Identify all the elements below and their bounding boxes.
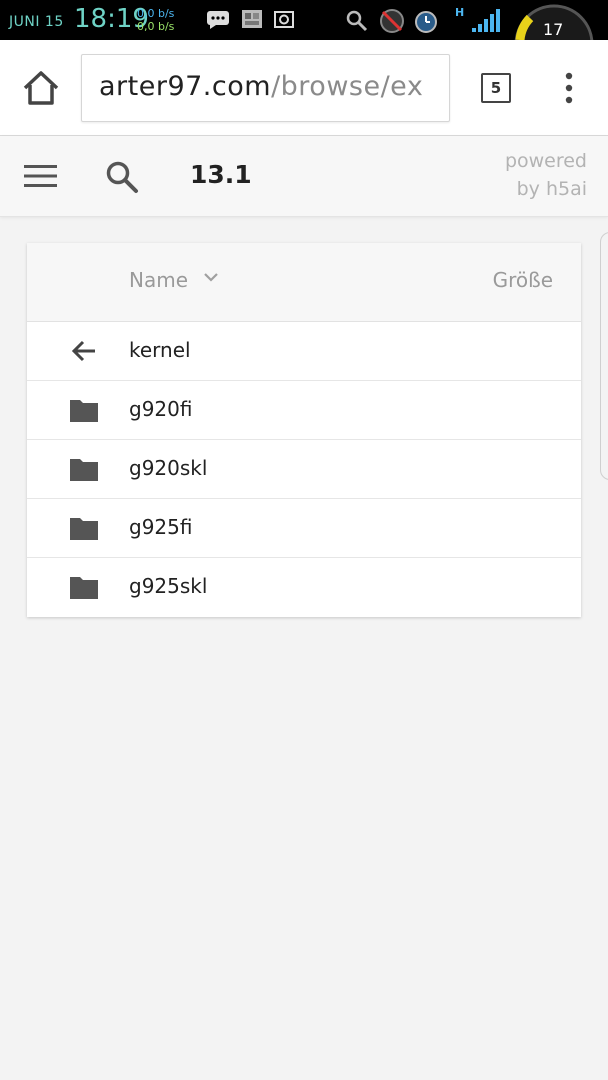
speed-down: 0,0 b/s (137, 20, 175, 33)
status-bar: JUNI 15 18:19 0,0 b/s 0,0 b/s H 17 (0, 0, 608, 40)
chevron-down-icon[interactable] (203, 271, 219, 283)
list-item-label: g925skl (129, 574, 208, 598)
signal-icon (472, 9, 500, 32)
list-header: Name Größe (27, 243, 581, 322)
list-item-label: g920skl (129, 456, 208, 480)
list-item-label: g920fi (129, 397, 193, 421)
search-icon[interactable] (104, 159, 140, 195)
list-item-label: g925fi (129, 515, 193, 539)
browser-toolbar: arter97.com/browse/ex 5 (0, 40, 608, 136)
powered-line-2: by h5ai (516, 178, 587, 200)
back-arrow-icon (71, 340, 95, 362)
screenshot-icon (274, 11, 294, 28)
url-path: /browse/ex (271, 71, 424, 102)
chat-icon (207, 11, 229, 29)
mute-icon (380, 9, 404, 33)
column-name-header[interactable]: Name (129, 268, 188, 292)
app-header: 13.1 powered by h5ai (0, 136, 608, 217)
overflow-menu-icon[interactable] (559, 71, 579, 105)
hamburger-menu-icon[interactable] (24, 164, 58, 188)
column-size-header[interactable]: Größe (493, 268, 553, 292)
list-item-label: kernel (129, 338, 191, 362)
folder-icon (70, 459, 98, 481)
list-item-parent[interactable]: kernel (27, 322, 581, 381)
folder-icon (70, 577, 98, 599)
location-search-icon (346, 10, 368, 32)
home-icon[interactable] (20, 68, 62, 110)
edge-panel-handle[interactable] (600, 232, 608, 480)
folder-icon (70, 400, 98, 422)
status-date: JUNI 15 (9, 14, 64, 30)
list-item[interactable]: g920fi (27, 381, 581, 440)
network-type-label: H (455, 6, 465, 19)
tab-switcher-button[interactable]: 5 (481, 73, 511, 103)
gallery-icon (242, 10, 262, 28)
url-bar[interactable]: arter97.com/browse/ex (81, 54, 450, 122)
file-list: Name Größe kernel g920fi g920skl g925fi (27, 243, 581, 617)
url-host: arter97.com (99, 71, 272, 102)
folder-icon (70, 518, 98, 540)
alarm-icon (415, 11, 437, 33)
list-item[interactable]: g925fi (27, 499, 581, 558)
network-speed: 0,0 b/s 0,0 b/s (137, 7, 174, 33)
battery-level: 17 (543, 20, 564, 39)
speed-up: 0,0 b/s (137, 7, 175, 20)
breadcrumb-current[interactable]: 13.1 (190, 160, 252, 189)
list-item[interactable]: g920skl (27, 440, 581, 499)
powered-by-link[interactable]: powered by h5ai (505, 147, 587, 203)
url-text: arter97.com/browse/ex (99, 71, 423, 102)
list-item[interactable]: g925skl (27, 558, 581, 616)
powered-line-1: powered (504, 150, 587, 172)
